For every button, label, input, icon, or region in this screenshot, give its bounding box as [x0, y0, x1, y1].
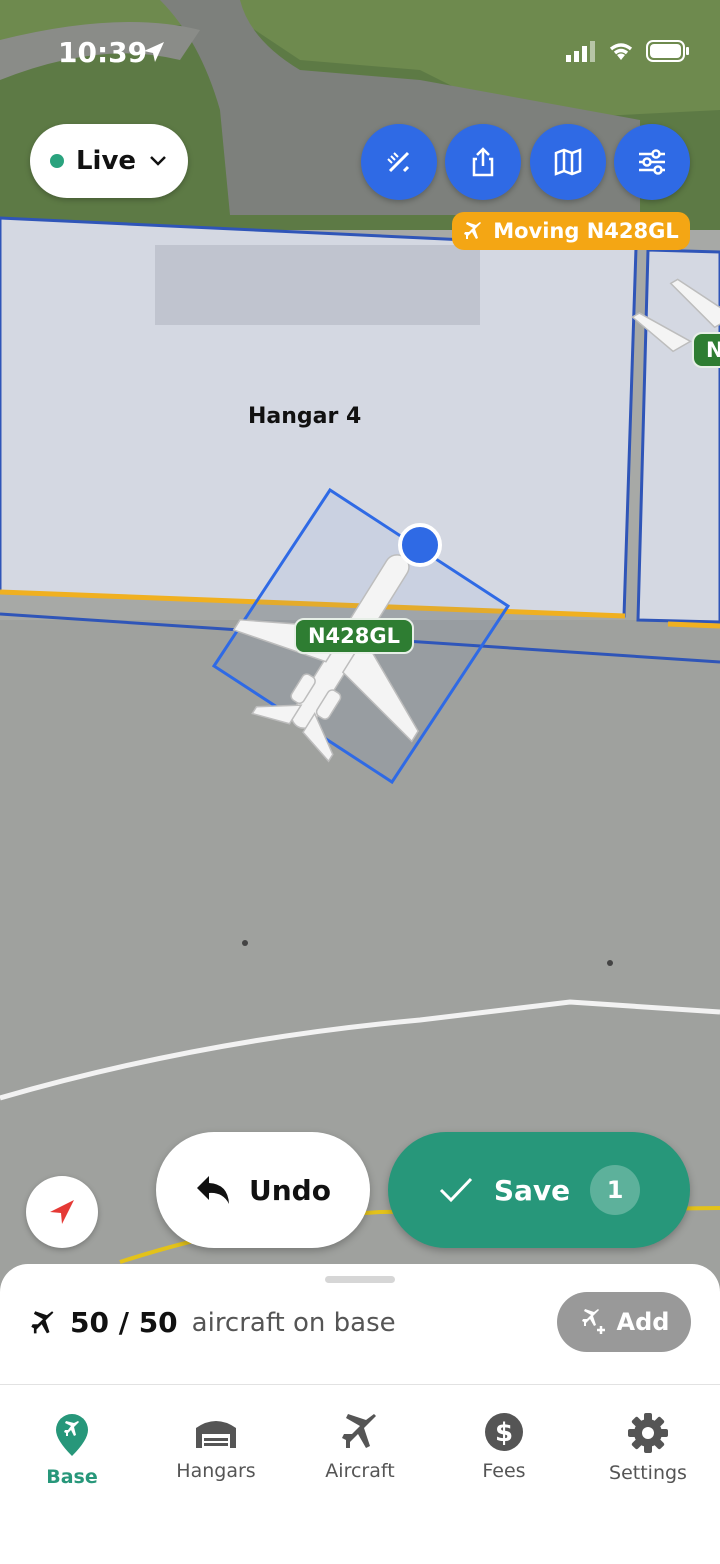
map-icon — [554, 148, 582, 176]
mode-label: Live — [75, 146, 137, 176]
tab-bar: Base Hangars Aircraft $ Fees Settings — [0, 1412, 720, 1512]
aircraft-tag-selected[interactable]: N428GL — [294, 618, 414, 654]
tab-label-base: Base — [46, 1466, 98, 1488]
aircraft-count-label: aircraft on base — [191, 1307, 396, 1338]
sheet-grabber[interactable] — [325, 1276, 395, 1283]
tab-base[interactable]: Base — [0, 1412, 144, 1512]
gear-icon — [628, 1413, 668, 1453]
tab-label-hangars: Hangars — [176, 1460, 256, 1482]
add-aircraft-button[interactable]: Add — [557, 1292, 691, 1352]
hangar-icon — [196, 1421, 236, 1448]
filters-button[interactable] — [614, 124, 690, 200]
sliders-icon — [639, 149, 665, 175]
recenter-button[interactable] — [26, 1176, 98, 1248]
add-airplane-icon — [581, 1309, 605, 1334]
map-layers-button[interactable] — [530, 124, 606, 200]
undo-button[interactable]: Undo — [156, 1132, 370, 1248]
status-time: 10:39 — [58, 36, 148, 69]
status-indicators — [566, 40, 690, 62]
undo-arrow-icon — [197, 1176, 230, 1204]
pencil-ruler-icon — [387, 151, 410, 173]
save-label: Save — [493, 1173, 571, 1207]
sheet-divider — [0, 1384, 720, 1385]
tab-settings[interactable]: Settings — [576, 1412, 720, 1512]
hangar-label[interactable]: Hangar 4 — [248, 404, 361, 429]
chevron-down-icon — [150, 156, 166, 166]
pending-changes-badge: 1 — [590, 1165, 641, 1215]
airplane-icon — [464, 222, 482, 239]
aircraft-count: 50 / 50 — [70, 1306, 178, 1339]
add-label: Add — [616, 1308, 670, 1336]
live-status-dot — [49, 154, 64, 168]
moving-status-text: Moving N428GL — [493, 219, 679, 243]
status-bar: 10:39 — [0, 0, 720, 110]
signal-icon — [566, 41, 595, 62]
checkmark-icon — [439, 1177, 472, 1203]
tab-fees[interactable]: $ Fees — [432, 1412, 576, 1512]
location-plane-icon — [56, 1414, 88, 1456]
moving-status-badge: Moving N428GL — [452, 212, 690, 250]
navigation-arrow-icon — [50, 1200, 74, 1224]
tab-label-settings: Settings — [609, 1462, 687, 1484]
share-button[interactable] — [445, 124, 521, 200]
aircraft-tag-edge[interactable]: N — [692, 332, 720, 368]
tab-label-aircraft: Aircraft — [325, 1460, 395, 1482]
airplane-icon — [31, 1310, 54, 1333]
measure-tool-button[interactable] — [361, 124, 437, 200]
dollar-icon: $ — [485, 1413, 523, 1451]
mode-selector[interactable]: Live — [30, 124, 188, 198]
tab-aircraft[interactable]: Aircraft — [288, 1412, 432, 1512]
wifi-icon — [609, 43, 633, 60]
battery-icon — [646, 40, 689, 62]
aircraft-count-summary: 50 / 50 aircraft on base — [30, 1306, 396, 1339]
undo-label: Undo — [249, 1173, 331, 1207]
airplane-icon — [342, 1414, 376, 1448]
location-arrow-icon — [144, 42, 164, 62]
share-icon — [472, 147, 494, 177]
tab-hangars[interactable]: Hangars — [144, 1412, 288, 1512]
tab-label-fees: Fees — [482, 1460, 526, 1482]
svg-text:$: $ — [495, 1418, 513, 1448]
save-button[interactable]: Save 1 — [388, 1132, 690, 1248]
